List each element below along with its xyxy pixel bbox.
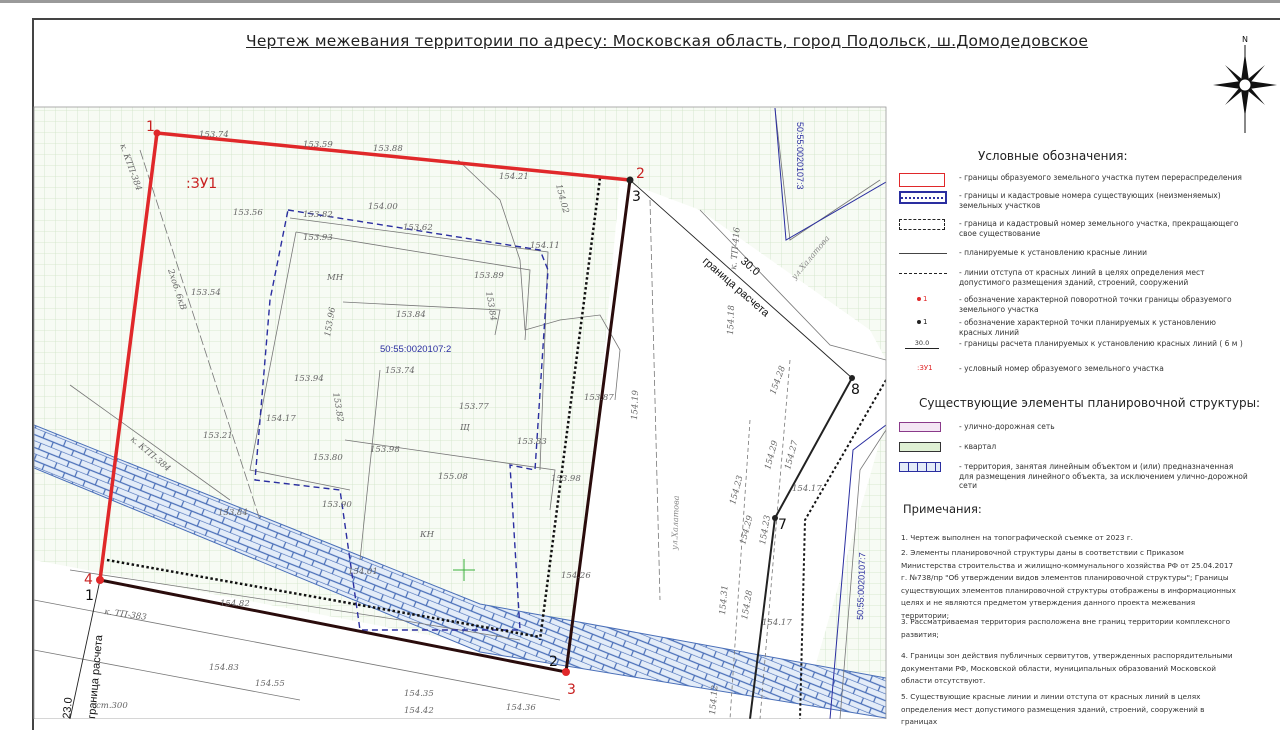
elevation-label: 153.84 xyxy=(218,508,248,518)
elevation-label: 153.74 xyxy=(199,130,229,140)
point-2b-label: 2 xyxy=(549,654,558,670)
elevation-label: 154.18 xyxy=(726,304,737,335)
note-item: 3. Рассматриваемая территория расположен… xyxy=(901,617,1231,639)
red-point-symbol: 1 xyxy=(917,295,937,307)
elevation-label: 153.62 xyxy=(403,223,433,233)
elevation-label: 154.01 xyxy=(348,567,378,577)
parcel-label: :ЗУ1 xyxy=(186,176,217,192)
compass-rose-icon: N xyxy=(1213,35,1277,133)
elevation-label: 155.08 xyxy=(438,472,468,482)
quarter-symbol xyxy=(899,442,941,452)
elevation-label: 153.87 xyxy=(584,393,614,403)
elevation-label: 154.82 xyxy=(220,599,250,609)
elevation-label: 154.00 xyxy=(368,202,398,212)
point-4-label: 4 xyxy=(84,572,93,588)
elevation-label: 154.17 xyxy=(792,484,822,494)
calc-boundary-sw-distance: 23.0 xyxy=(61,697,75,719)
parcel-number-symbol: :ЗУ1 xyxy=(917,364,933,372)
elevation-label: 154.42 xyxy=(404,706,434,716)
setback-line-symbol xyxy=(899,273,947,274)
ceasing-parcel-symbol xyxy=(899,219,945,230)
note-item: 2. Элементы планировочной структуры даны… xyxy=(901,548,1236,620)
elevation-label: 153.84 xyxy=(396,310,426,320)
building-label: КН xyxy=(419,530,435,540)
point-7-label: 7 xyxy=(778,517,787,533)
red-line-symbol xyxy=(899,253,947,254)
linear-object-symbol xyxy=(899,462,941,472)
elevation-label: 153.21 xyxy=(203,431,233,441)
note-item: 4. Границы зон действия публичных сервит… xyxy=(901,651,1233,686)
elevation-label: 154.26 xyxy=(561,571,591,581)
elevation-label: 153.89 xyxy=(474,271,504,281)
compass-north-label: N xyxy=(1242,35,1248,44)
note-item: 1. Чертеж выполнен на топографической съ… xyxy=(901,533,1133,542)
elevation-label: 154.17 xyxy=(266,414,296,424)
elevation-label: 154.55 xyxy=(255,679,285,689)
calc-boundary-symbol: 30.0 xyxy=(905,339,939,349)
red-boundary-symbol xyxy=(899,173,945,187)
blue-parcel-symbol xyxy=(899,191,947,204)
elevation-label: 154.83 xyxy=(209,663,239,673)
elevation-label: 154.21 xyxy=(499,172,529,182)
station-label: ст.300 xyxy=(96,701,128,711)
elevation-label: 153.56 xyxy=(233,208,263,218)
elevation-label: 154.19 xyxy=(630,389,641,420)
cadastral-number-main: 50:55:0020107:2 xyxy=(380,344,451,355)
elevation-label: 153.54 xyxy=(191,288,221,298)
cadastral-number-ne: 50:55:0020107:3 xyxy=(795,122,805,190)
elevation-label: 154.11 xyxy=(530,241,560,251)
notes-title: Примечания: xyxy=(903,502,982,516)
point-1b-label: 1 xyxy=(85,588,94,604)
elevation-label: 154.17 xyxy=(762,618,792,628)
building-label: Щ xyxy=(460,423,470,433)
elevation-label: 153.59 xyxy=(303,140,333,150)
point-3-label: 3 xyxy=(632,189,641,205)
elevation-label: 153.77 xyxy=(459,402,489,412)
elevation-label: 153.82 xyxy=(303,210,333,220)
elevation-label: 154.36 xyxy=(506,703,536,713)
point-8-label: 8 xyxy=(851,382,860,398)
point-3b-label: 3 xyxy=(567,682,576,698)
elevation-label: 153.80 xyxy=(313,453,343,463)
elevation-label: 153.83 xyxy=(517,437,547,447)
point-1-label: 1 xyxy=(146,119,155,135)
elevation-label: 153.88 xyxy=(373,144,403,154)
legend-title: Условные обозначения: xyxy=(978,149,1128,163)
elevation-label: 153.90 xyxy=(322,500,352,510)
elevation-label: 153.94 xyxy=(294,374,324,384)
point-2-label: 2 xyxy=(636,166,645,182)
elevation-label: 154.35 xyxy=(404,689,434,699)
road-network-symbol xyxy=(899,422,941,432)
structure-title: Существующие элементы планировочной стру… xyxy=(919,396,1261,410)
elevation-label: 153.98 xyxy=(370,445,400,455)
elevation-label: 153.74 xyxy=(385,366,415,376)
black-point-symbol: 1 xyxy=(917,318,937,330)
elevation-label: 153.93 xyxy=(303,233,333,243)
elevation-label: 153.98 xyxy=(551,474,581,484)
note-item: 5. Существующие красные линии и линии от… xyxy=(901,692,1205,727)
building-label: МН xyxy=(326,273,344,283)
